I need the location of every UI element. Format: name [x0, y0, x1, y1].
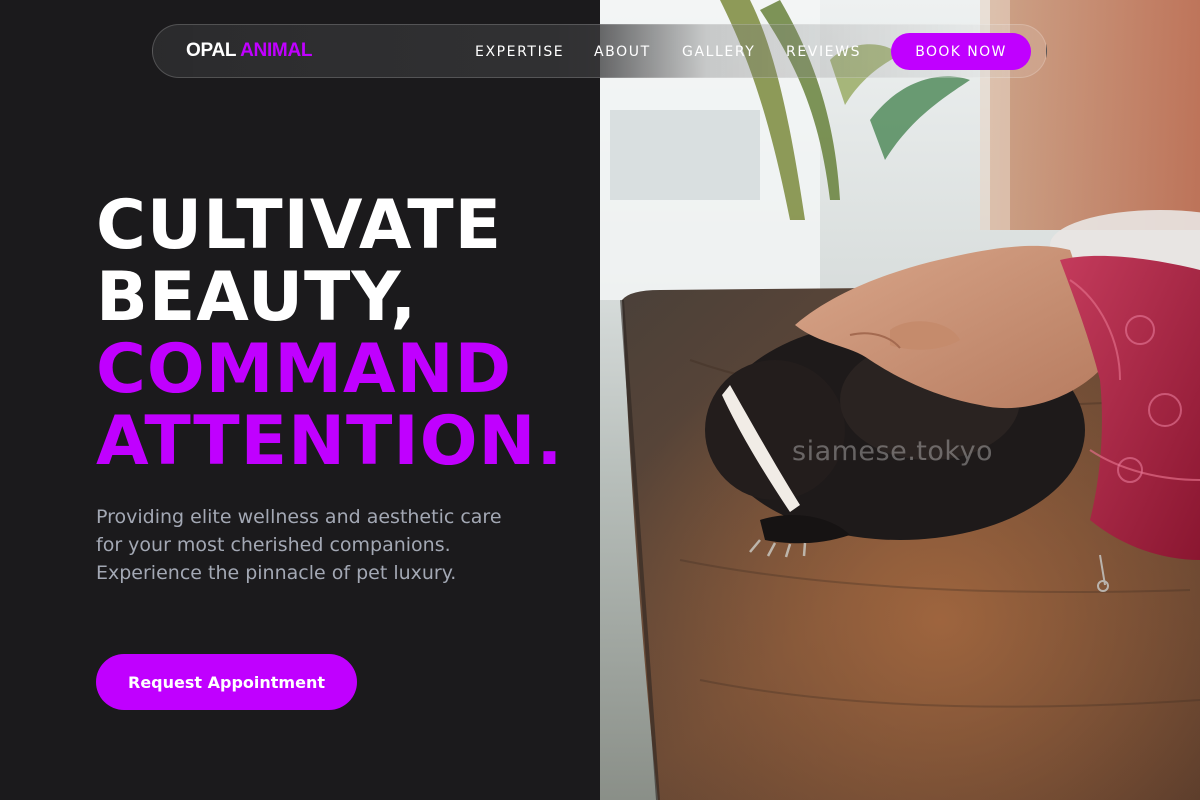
- nav-link-reviews[interactable]: REVIEWS: [786, 44, 861, 60]
- book-now-button[interactable]: BOOK NOW: [891, 33, 1031, 70]
- photo-illustration: [600, 0, 1200, 800]
- hero-description: Providing elite wellness and aesthetic c…: [96, 506, 502, 584]
- request-appointment-button[interactable]: Request Appointment: [96, 654, 357, 710]
- headline-line-2: BEAUTY,: [96, 258, 418, 337]
- photo-watermark: siamese.tokyo: [792, 436, 994, 467]
- brand-name-part1: OPAL: [186, 40, 236, 61]
- hero-headline: CULTIVATE BEAUTY, COMMAND ATTENTION.: [96, 190, 563, 478]
- headline-line-1: CULTIVATE: [96, 186, 503, 265]
- nav-link-about[interactable]: ABOUT: [594, 44, 651, 60]
- nav-link-expertise[interactable]: EXPERTISE: [475, 44, 564, 60]
- nav-link-gallery[interactable]: GALLERY: [682, 44, 755, 60]
- headline-line-3: COMMAND: [96, 330, 513, 409]
- top-nav: OPAL ANIMAL EXPERTISE ABOUT GALLERY REVI…: [152, 24, 1047, 78]
- brand-logo[interactable]: OPAL ANIMAL: [186, 40, 312, 62]
- headline-line-4: ATTENTION.: [96, 402, 564, 481]
- brand-name-part2: ANIMAL: [240, 40, 313, 61]
- hero-photo: siamese.tokyo: [600, 0, 1200, 800]
